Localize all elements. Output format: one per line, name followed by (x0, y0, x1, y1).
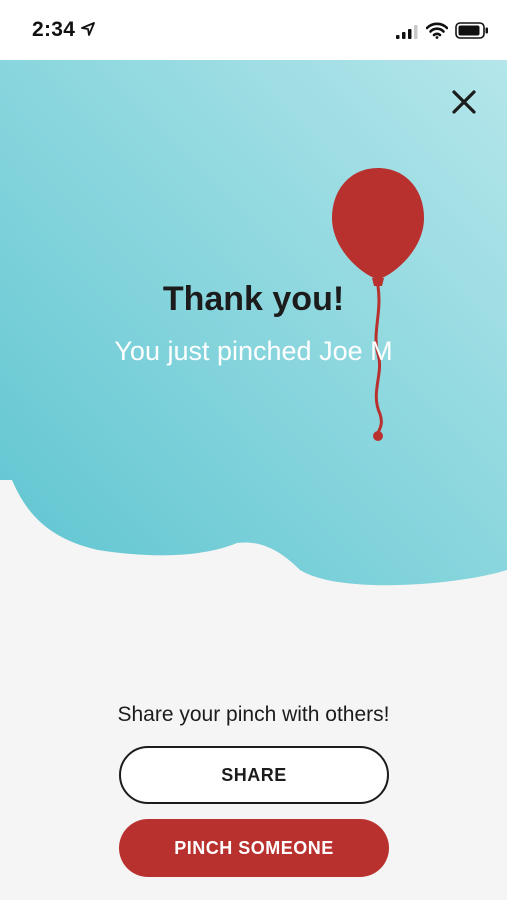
status-time: 2:34 (32, 18, 76, 41)
hero-title: Thank you! (162, 280, 345, 318)
status-bar: 2:34 (0, 0, 507, 60)
wifi-icon (426, 22, 448, 39)
close-button[interactable] (446, 84, 482, 120)
pinch-someone-button[interactable]: PINCH SOMEONE (119, 819, 389, 877)
battery-icon (455, 22, 488, 39)
hero-subtitle: You just pinched Joe M (114, 336, 393, 366)
share-prompt: Share your pinch with others! (117, 703, 390, 726)
location-arrow-icon (81, 22, 95, 36)
close-icon (452, 90, 476, 114)
share-button[interactable]: SHARE (119, 746, 389, 804)
thank-you-screen: 2:34 Thank you! You just pinched Joe M S… (0, 0, 507, 900)
signal-icon (396, 25, 418, 39)
hero-background (0, 60, 507, 590)
